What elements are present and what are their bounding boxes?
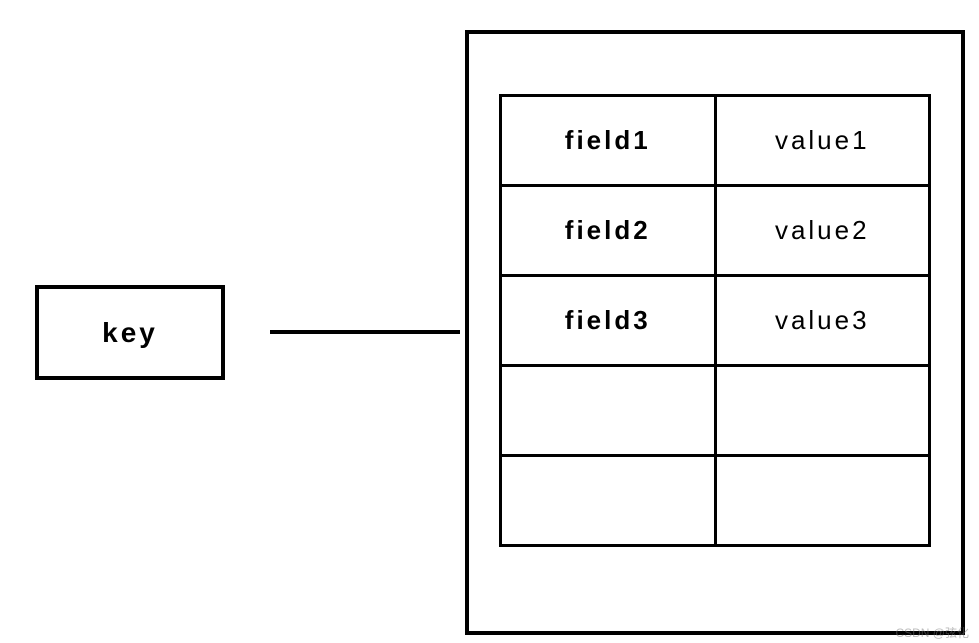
table-row: field1 value1 xyxy=(501,96,930,186)
watermark-text: CSDN @弦化 xyxy=(895,624,969,641)
value-cell: value3 xyxy=(715,276,930,366)
field-cell xyxy=(501,456,716,546)
table-row xyxy=(501,456,930,546)
field-cell xyxy=(501,366,716,456)
hash-container: field1 value1 field2 value2 field3 value… xyxy=(465,30,965,635)
key-label: key xyxy=(102,317,158,349)
table-row: field2 value2 xyxy=(501,186,930,276)
key-box: key xyxy=(35,285,225,380)
value-cell xyxy=(715,456,930,546)
value-cell: value2 xyxy=(715,186,930,276)
field-cell: field3 xyxy=(501,276,716,366)
field-cell: field2 xyxy=(501,186,716,276)
table-row xyxy=(501,366,930,456)
field-cell: field1 xyxy=(501,96,716,186)
connector-line xyxy=(270,330,460,334)
field-value-table: field1 value1 field2 value2 field3 value… xyxy=(499,94,931,547)
value-cell: value1 xyxy=(715,96,930,186)
value-cell xyxy=(715,366,930,456)
table-row: field3 value3 xyxy=(501,276,930,366)
